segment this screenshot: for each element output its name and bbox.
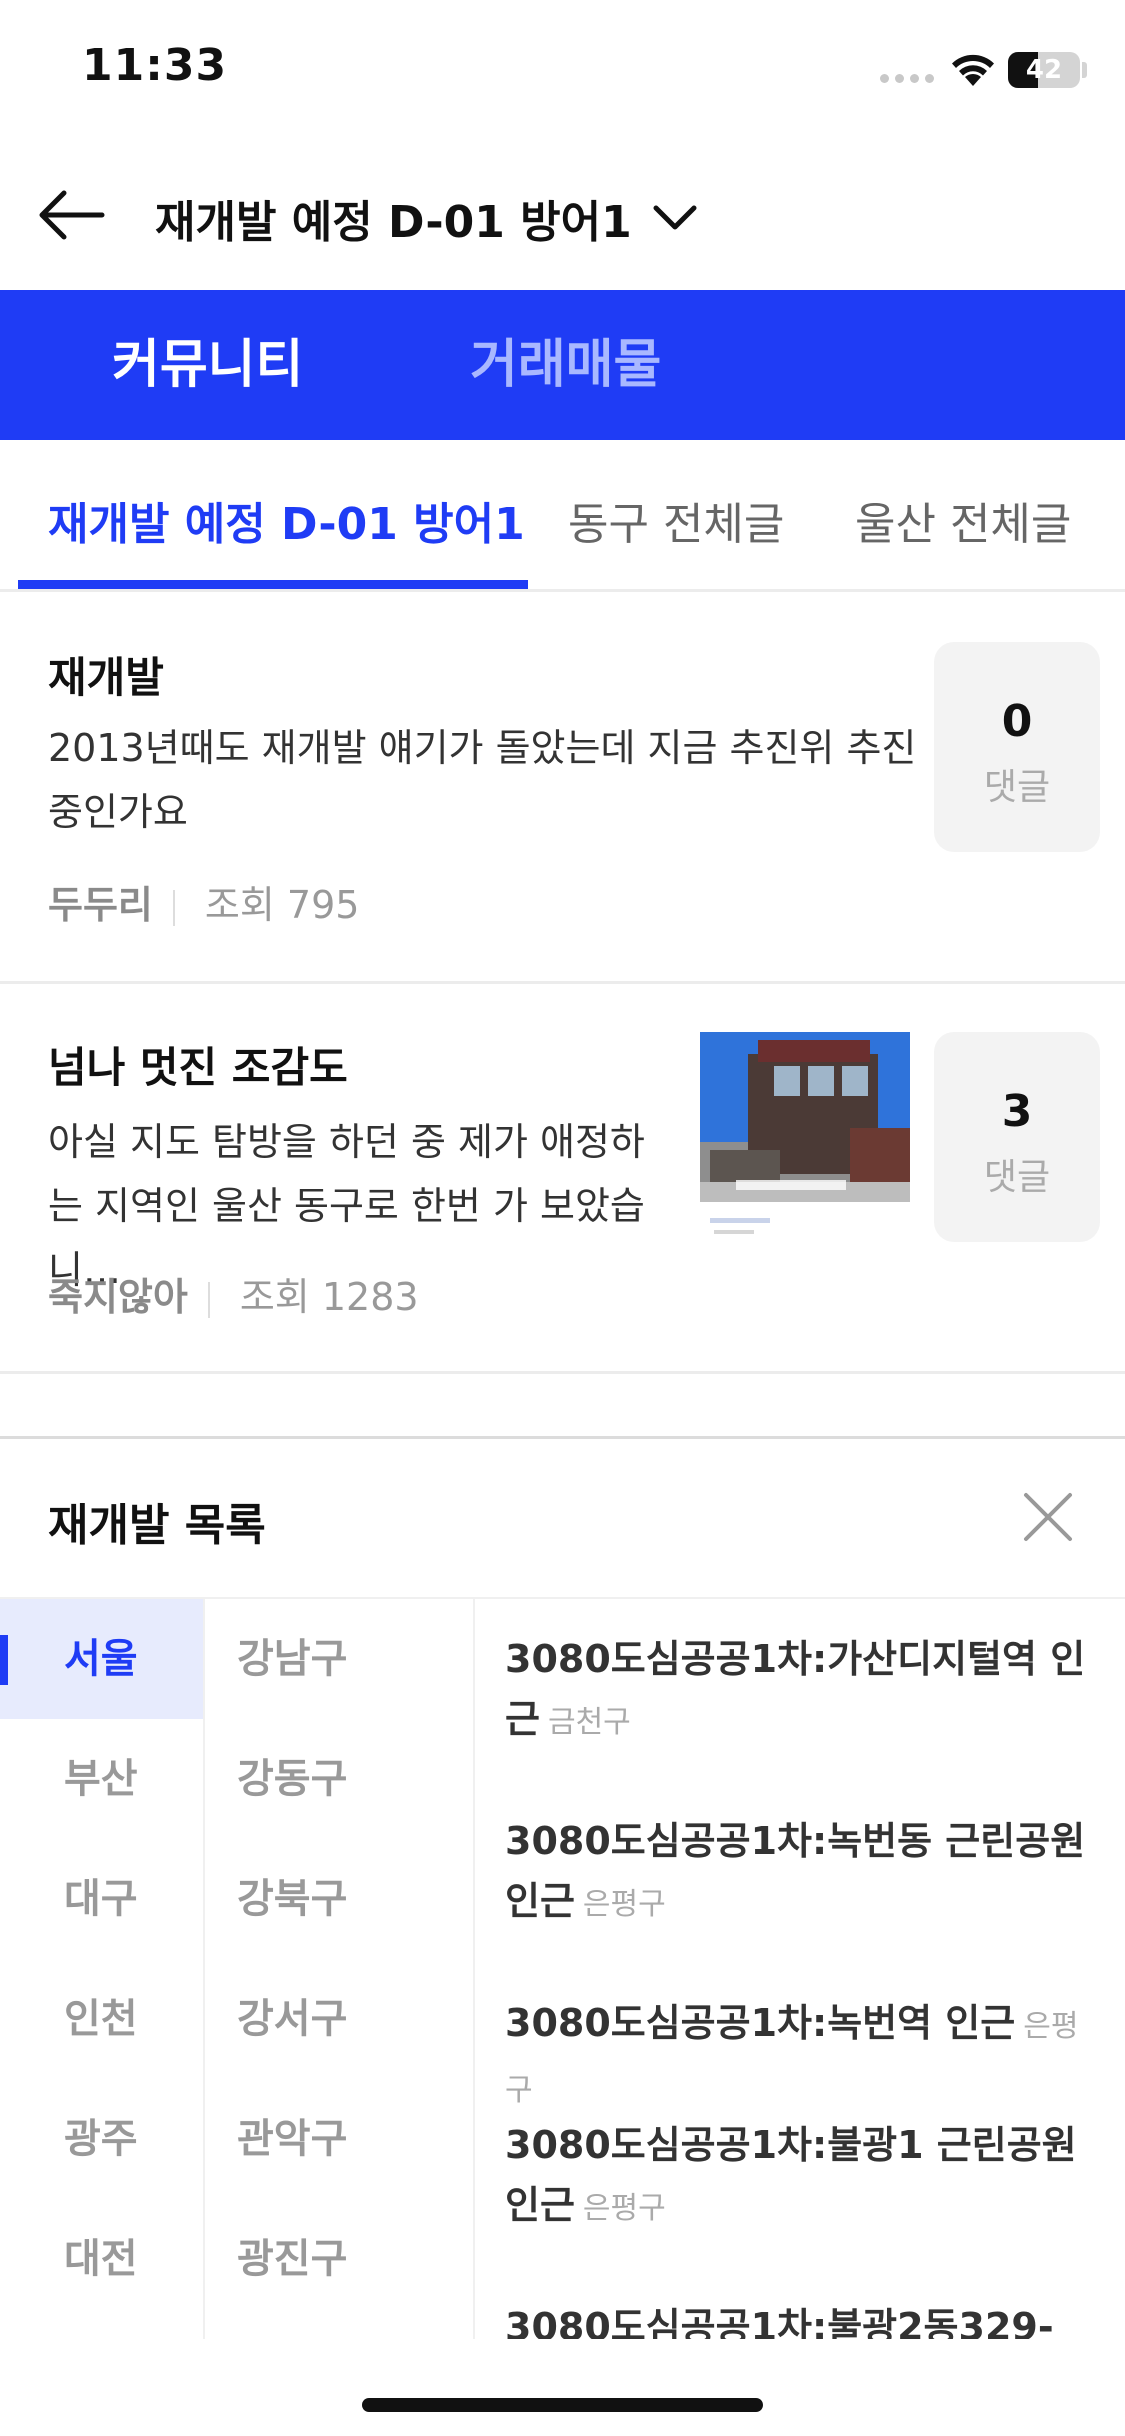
redevelopment-site-list: 3080도심공공1차:가산디지털역 인근 금천구 3080도심공공1차:녹번동 근… xyxy=(475,1599,1125,2339)
district-item-gangbuk[interactable]: 강북구 xyxy=(237,1839,347,1959)
region-label: 부산 xyxy=(64,1756,138,1802)
district-item-gangnam[interactable]: 강남구 xyxy=(237,1599,347,1719)
post-item[interactable]: 넘나 멋진 조감도 아실 지도 탐방을 하던 중 제가 애정하는 지역인 울산 … xyxy=(0,984,1125,1374)
battery-icon: 42 xyxy=(1008,52,1080,88)
region-item-seoul[interactable]: 서울 xyxy=(0,1599,203,1719)
redevelopment-list-sheet: 재개발 목록 서울 부산 대구 인천 광주 대전 강남구 강동구 강북구 강서구… xyxy=(0,1436,1125,2436)
region-item-gwangju[interactable]: 광주 xyxy=(0,2079,203,2199)
post-author: 죽지않아 xyxy=(48,1275,188,1319)
comment-count-box[interactable]: 3 댓글 xyxy=(934,1032,1100,1242)
battery-level: 42 xyxy=(1025,55,1063,85)
comment-count-box[interactable]: 0 댓글 xyxy=(934,642,1100,852)
site-list-item[interactable]: 3080도심공공1차:불광2동329-32 xyxy=(505,2297,1105,2339)
app-screen: 11:33 42 재개발 예정 D-01 방어1 커뮤니티 거래매물 재개발 예… xyxy=(0,0,1125,2436)
region-item-busan[interactable]: 부산 xyxy=(0,1719,203,1839)
home-indicator xyxy=(362,2398,763,2412)
subtab-ulsan-all[interactable]: 울산 전체글 xyxy=(855,488,1071,552)
tab-community[interactable]: 커뮤니티 xyxy=(112,290,303,440)
post-views: 조회 795 xyxy=(204,883,360,927)
battery-cap xyxy=(1082,62,1087,78)
comment-label: 댓글 xyxy=(983,1157,1051,1198)
post-author: 두두리 xyxy=(48,883,153,927)
back-arrow-icon[interactable] xyxy=(30,180,110,250)
meta-divider xyxy=(207,1281,210,1318)
district-item-gwanak[interactable]: 관악구 xyxy=(237,2079,347,2199)
status-bar: 11:33 42 xyxy=(0,0,1125,140)
tab-listings[interactable]: 거래매물 xyxy=(470,290,661,440)
post-thumbnail[interactable] xyxy=(700,1032,910,1242)
region-label: 광주 xyxy=(64,2116,138,2162)
district-item-gangseo[interactable]: 강서구 xyxy=(237,1959,347,2079)
comment-count: 0 xyxy=(1001,696,1033,747)
site-name: 3080도심공공1차:불광2동329-32 xyxy=(505,2305,1054,2339)
site-list-item[interactable]: 3080도심공공1차:녹번동 근린공원 인근 은평구 xyxy=(505,1811,1105,1935)
post-title: 넘나 멋진 조감도 xyxy=(48,1043,348,1092)
sheet-title: 재개발 목록 xyxy=(48,1500,266,1551)
district-list: 강남구 강동구 강북구 강서구 관악구 광진구 xyxy=(203,1599,475,2339)
post-body: 2013년때도 재개발 얘기가 돌았는데 지금 추진위 추진중인가요 xyxy=(48,726,917,834)
status-time: 11:33 xyxy=(82,40,228,91)
chevron-down-icon[interactable] xyxy=(650,198,700,238)
post-meta: 죽지않아 조회 1283 xyxy=(48,1266,419,1321)
district-item-gwangjin[interactable]: 광진구 xyxy=(237,2199,347,2319)
cellular-signal-icon xyxy=(880,74,934,84)
post-item[interactable]: 재개발 2013년때도 재개발 얘기가 돌았는데 지금 추진위 추진중인가요 두… xyxy=(0,592,1125,984)
site-list-item[interactable]: 3080도심공공1차:불광1 근린공원 인근 은평구 xyxy=(505,2115,1105,2239)
page-title[interactable]: 재개발 예정 D-01 방어1 xyxy=(155,186,632,250)
post-meta: 두두리 조회 795 xyxy=(48,874,359,929)
region-label: 대전 xyxy=(64,2236,138,2282)
region-item-daegu[interactable]: 대구 xyxy=(0,1839,203,1959)
meta-divider xyxy=(172,889,175,926)
site-list-item[interactable]: 3080도심공공1차:가산디지털역 인근 금천구 xyxy=(505,1629,1105,1753)
subtab-donggu-all[interactable]: 동구 전체글 xyxy=(568,488,784,552)
site-district: 은평구 xyxy=(582,2191,666,2226)
wifi-icon xyxy=(952,54,994,86)
site-district: 금천구 xyxy=(547,1705,631,1740)
main-tab-bar: 커뮤니티 거래매물 xyxy=(0,290,1125,440)
comment-count: 3 xyxy=(1001,1086,1033,1137)
region-label: 인천 xyxy=(64,1996,138,2042)
region-active-indicator xyxy=(0,1635,8,1685)
sub-tab-bar: 재개발 예정 D-01 방어1 동구 전체글 울산 전체글 xyxy=(0,440,1125,592)
region-label: 서울 xyxy=(64,1636,138,1682)
district-item-gangdong[interactable]: 강동구 xyxy=(237,1719,347,1839)
region-list: 서울 부산 대구 인천 광주 대전 xyxy=(0,1599,203,2339)
site-district: 은평구 xyxy=(582,1887,666,1922)
close-icon[interactable] xyxy=(1018,1487,1078,1547)
region-item-incheon[interactable]: 인천 xyxy=(0,1959,203,2079)
subtab-area[interactable]: 재개발 예정 D-01 방어1 xyxy=(48,488,525,552)
comment-label: 댓글 xyxy=(983,767,1051,808)
region-item-daejeon[interactable]: 대전 xyxy=(0,2199,203,2319)
site-list-item[interactable]: 3080도심공공1차:녹번역 인근 은평구 xyxy=(505,1993,1105,2121)
region-label: 대구 xyxy=(64,1876,138,1922)
site-name: 3080도심공공1차:녹번역 인근 xyxy=(505,2001,1016,2045)
top-header: 재개발 예정 D-01 방어1 xyxy=(0,140,1125,290)
active-tab-indicator xyxy=(18,580,528,589)
post-title: 재개발 xyxy=(48,653,164,702)
post-views: 조회 1283 xyxy=(239,1275,419,1319)
